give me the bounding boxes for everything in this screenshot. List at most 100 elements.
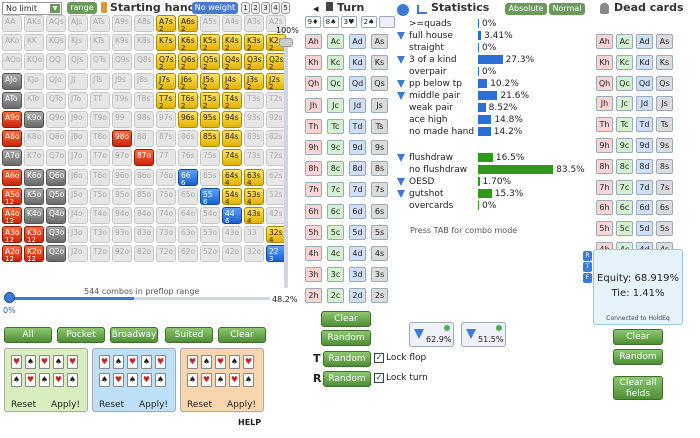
hand-cell[interactable]: K8s	[134, 34, 154, 52]
hand-cell[interactable]: J7o	[68, 149, 88, 167]
turn-card[interactable]: Jd	[349, 97, 366, 113]
hand-cell[interactable]: 86s	[178, 130, 198, 148]
hand-cell[interactable]: T5s 2	[200, 91, 220, 109]
turn-card[interactable]: 9c	[327, 140, 344, 155]
turn-card[interactable]: 8c	[327, 161, 344, 177]
hand-cell[interactable]: J2s 2	[266, 72, 286, 90]
turn-card[interactable]: 3s	[371, 267, 388, 283]
hand-cell[interactable]: T8s	[134, 91, 154, 109]
hand-cell[interactable]: Q6s 2	[178, 53, 198, 71]
turn-card[interactable]: 9h	[305, 140, 322, 155]
hand-cell[interactable]: T4s 2	[222, 91, 242, 109]
hand-cell[interactable]: K6s 2	[178, 34, 198, 52]
hand-cell[interactable]: J6o	[68, 168, 88, 186]
hand-cell[interactable]: 64o	[178, 206, 198, 224]
turn-card[interactable]: 5h	[305, 224, 322, 240]
side-tab-r[interactable]: R	[583, 251, 592, 261]
hand-cell[interactable]: 63s 4	[244, 168, 264, 186]
preset-apply-button[interactable]: Apply!	[227, 400, 256, 410]
preset-apply-button[interactable]: Apply!	[51, 400, 80, 410]
hand-cell[interactable]: AJs	[68, 15, 88, 32]
dead-card[interactable]: 7s	[656, 179, 673, 195]
hand-cell[interactable]: K9o	[24, 110, 44, 128]
hand-cell[interactable]: 82s	[266, 130, 286, 148]
hand-cell[interactable]: Q4s 2	[222, 53, 242, 71]
dead-card[interactable]: As	[656, 34, 673, 49]
hand-cell[interactable]: 75s	[200, 149, 220, 167]
pocket-range-button[interactable]: Pocket	[57, 327, 105, 343]
hand-cell[interactable]: JJ	[68, 72, 88, 90]
dead-card[interactable]: 6c	[616, 200, 633, 216]
hand-cell[interactable]: J4o	[68, 206, 88, 224]
hand-cell[interactable]: J9s	[112, 72, 132, 90]
hand-cell[interactable]: AQo	[2, 53, 22, 71]
hand-cell[interactable]: J2o	[68, 245, 88, 263]
dead-card[interactable]: Ad	[636, 34, 653, 49]
turn-card[interactable]: Ks	[371, 55, 388, 71]
side-tab-t[interactable]: T	[583, 262, 592, 272]
filter-arrow-icon[interactable]	[397, 154, 405, 162]
hand-cell[interactable]: 43o	[222, 226, 242, 244]
hand-cell[interactable]: 94s	[222, 110, 242, 128]
hand-cell[interactable]: Q7o	[46, 149, 66, 167]
turn-card[interactable]: 4d	[349, 246, 366, 261]
hand-cell[interactable]: 88	[134, 130, 154, 148]
tab-1[interactable]: 1	[241, 2, 250, 14]
hand-cell[interactable]: QJo	[46, 72, 66, 90]
hand-cell[interactable]: 85o	[134, 187, 154, 205]
dead-card[interactable]: Th	[596, 117, 613, 133]
vertical-slider-thumb[interactable]	[279, 38, 293, 47]
turn-card[interactable]: 8s	[371, 161, 388, 177]
turn-card[interactable]: 6h	[305, 203, 322, 219]
hand-cell[interactable]: K3o 12	[24, 226, 44, 244]
hand-cell[interactable]: 73s	[244, 149, 264, 167]
hand-cell[interactable]: 73o	[156, 226, 176, 244]
random-turn-lock-button[interactable]: Random	[323, 371, 371, 387]
hand-cell[interactable]: 93o	[112, 226, 132, 244]
hand-cell[interactable]: 94o	[112, 206, 132, 224]
hand-cell[interactable]: Q8o	[46, 130, 66, 148]
turn-card[interactable]: Th	[305, 118, 322, 134]
dead-card[interactable]: 5d	[636, 221, 653, 237]
dead-card[interactable]: Qc	[616, 75, 633, 91]
turn-card[interactable]: 2♠	[361, 16, 377, 28]
hand-cell[interactable]: Q2o	[46, 245, 66, 263]
hand-cell[interactable]: 33	[244, 226, 264, 244]
turn-card[interactable]: Ah	[305, 34, 322, 49]
hand-cell[interactable]: 44 6	[222, 206, 242, 224]
turn-card[interactable]: Qh	[305, 76, 322, 92]
hand-cell[interactable]: K2o 12	[24, 245, 44, 263]
hand-cell[interactable]: Q7s 2	[156, 53, 176, 71]
hand-cell[interactable]: T4o	[90, 206, 110, 224]
hand-cell[interactable]: K3s 2	[244, 34, 264, 52]
hand-cell[interactable]: ATs	[90, 15, 110, 32]
turn-card[interactable]: 4c	[327, 246, 344, 261]
dead-card[interactable]: 5s	[656, 221, 673, 237]
hand-cell[interactable]: KTs	[90, 34, 110, 52]
hand-cell[interactable]: AA	[2, 15, 22, 32]
hand-cell[interactable]: KQs	[46, 34, 66, 52]
horizontal-slider-thumb[interactable]	[4, 292, 15, 303]
hand-cell[interactable]: J9o	[68, 110, 88, 128]
hand-cell[interactable]: Q3s 2	[244, 53, 264, 71]
dead-card[interactable]: 7d	[636, 179, 653, 195]
hand-cell[interactable]: KJo	[24, 72, 44, 90]
filter-button[interactable]: 62.9%	[409, 322, 454, 347]
hand-cell[interactable]: A8s	[134, 15, 154, 32]
turn-card[interactable]: 4h	[305, 246, 322, 261]
dead-card[interactable]: 7h	[596, 179, 613, 195]
hand-cell[interactable]: T8o	[90, 130, 110, 148]
hand-cell[interactable]: T2o	[90, 245, 110, 263]
turn-card[interactable]: 7h	[305, 182, 322, 198]
hand-cell[interactable]: 92s	[266, 110, 286, 128]
range-button[interactable]: range	[67, 2, 97, 14]
hand-cell[interactable]: JTs	[90, 72, 110, 90]
hand-cell[interactable]: K9s	[112, 34, 132, 52]
hand-cell[interactable]: Q9o	[46, 110, 66, 128]
dead-card[interactable]: Jh	[596, 96, 613, 112]
hand-cell[interactable]: K7s	[156, 34, 176, 52]
hand-cell[interactable]: J3s 2	[244, 72, 264, 90]
flop-card[interactable]: 8♠	[323, 16, 339, 28]
hand-cell[interactable]: 64s 4	[222, 168, 242, 186]
tab-4[interactable]: 4	[271, 2, 280, 14]
